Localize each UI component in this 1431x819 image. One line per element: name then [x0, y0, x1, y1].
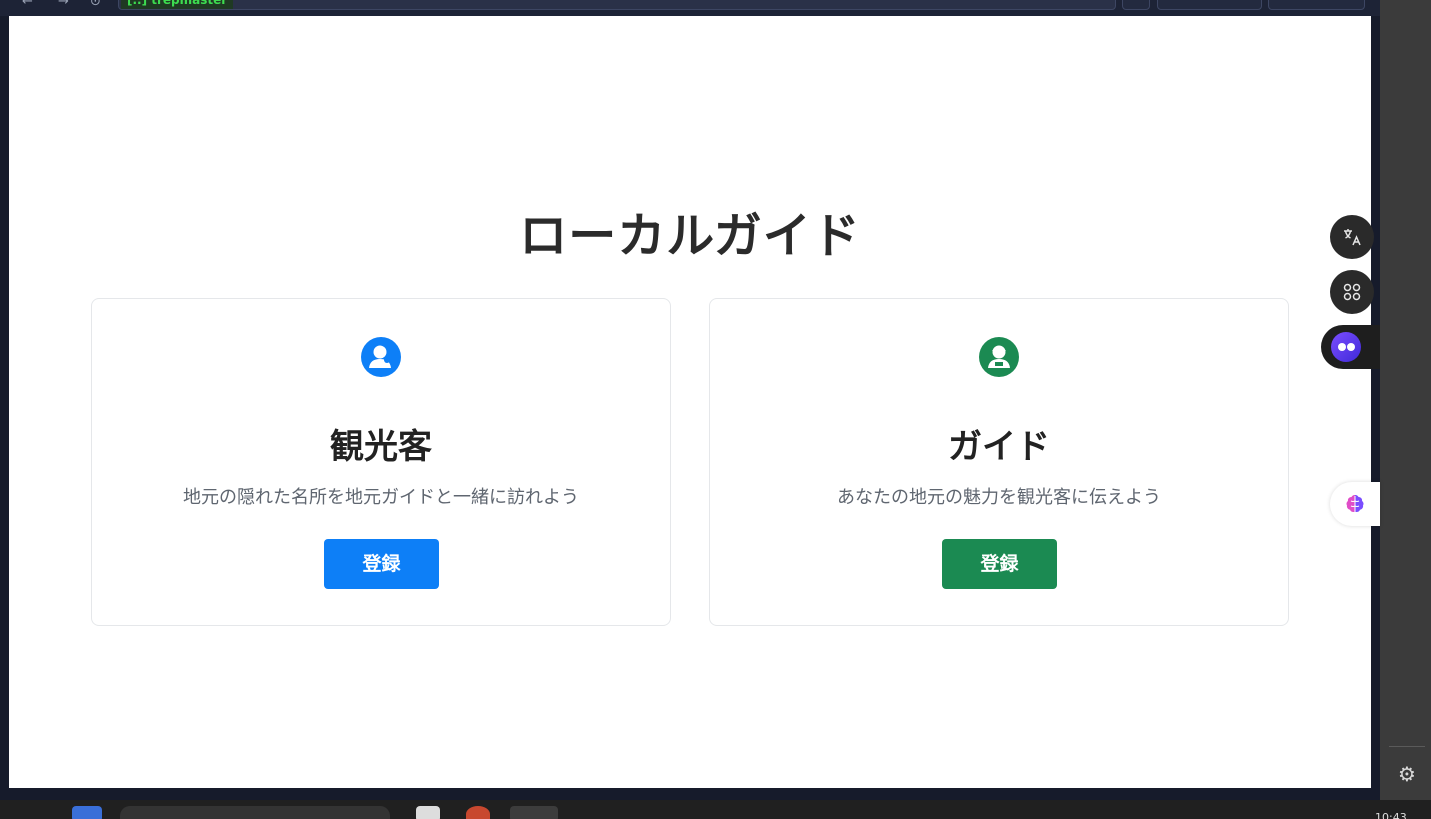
toolbar-button[interactable]	[1268, 0, 1365, 10]
tourist-register-button[interactable]: 登録	[324, 539, 439, 589]
guide-description: あなたの地元の魅力を観光客に伝えよう	[837, 487, 1161, 508]
guide-register-button[interactable]: 登録	[942, 539, 1057, 589]
page-title: ローカルガイド	[519, 208, 861, 264]
back-icon[interactable]: ←	[22, 0, 33, 9]
taskbar-search[interactable]	[120, 806, 390, 819]
guide-title: ガイド	[948, 427, 1050, 467]
url-text: [..] trepmaster	[121, 0, 234, 9]
tourist-card: 観光客 地元の隠れた名所を地元ガイドと一緒に訪れよう 登録	[91, 298, 671, 626]
site-info-icon[interactable]: ⊙	[90, 0, 101, 9]
taskbar-app-icon[interactable]	[510, 806, 558, 819]
guide-card: ガイド あなたの地元の魅力を観光客に伝えよう 登録	[709, 298, 1289, 626]
toolbar-button[interactable]	[1122, 0, 1150, 10]
tourist-title: 観光客	[330, 427, 432, 467]
page-viewport: ローカルガイド 観光客 地元の隠れた名所を地元ガイドと一緒に訪れよう 登録 ガイ…	[9, 16, 1371, 788]
assistant-tab[interactable]	[1321, 325, 1380, 369]
start-icon[interactable]	[72, 806, 102, 819]
browser-window: ← → ⊙ [..] trepmaster ローカルガイド 観光客 地元の隠れた…	[0, 0, 1380, 800]
gear-icon[interactable]: ⚙	[1396, 763, 1418, 785]
browser-toolbar: ← → ⊙ [..] trepmaster	[0, 0, 1380, 16]
sidebar-divider	[1389, 746, 1425, 747]
brain-icon	[1346, 495, 1364, 512]
translate-icon[interactable]	[1330, 215, 1374, 259]
brain-tab[interactable]	[1330, 482, 1380, 526]
guide-circle-icon	[979, 337, 1019, 377]
apps-grid-icon[interactable]	[1330, 270, 1374, 314]
taskbar-app-icon[interactable]	[416, 806, 440, 819]
taskbar-app-icon[interactable]	[466, 806, 490, 819]
forward-icon[interactable]: →	[58, 0, 69, 9]
taskbar	[0, 800, 1431, 819]
toolbar-button[interactable]	[1157, 0, 1262, 10]
tourist-description: 地元の隠れた名所を地元ガイドと一緒に訪れよう	[183, 487, 579, 508]
taskbar-clock: 10:43	[1375, 811, 1407, 819]
bot-icon	[1331, 332, 1361, 362]
address-bar[interactable]: [..] trepmaster	[118, 0, 1116, 10]
user-circle-icon	[361, 337, 401, 377]
